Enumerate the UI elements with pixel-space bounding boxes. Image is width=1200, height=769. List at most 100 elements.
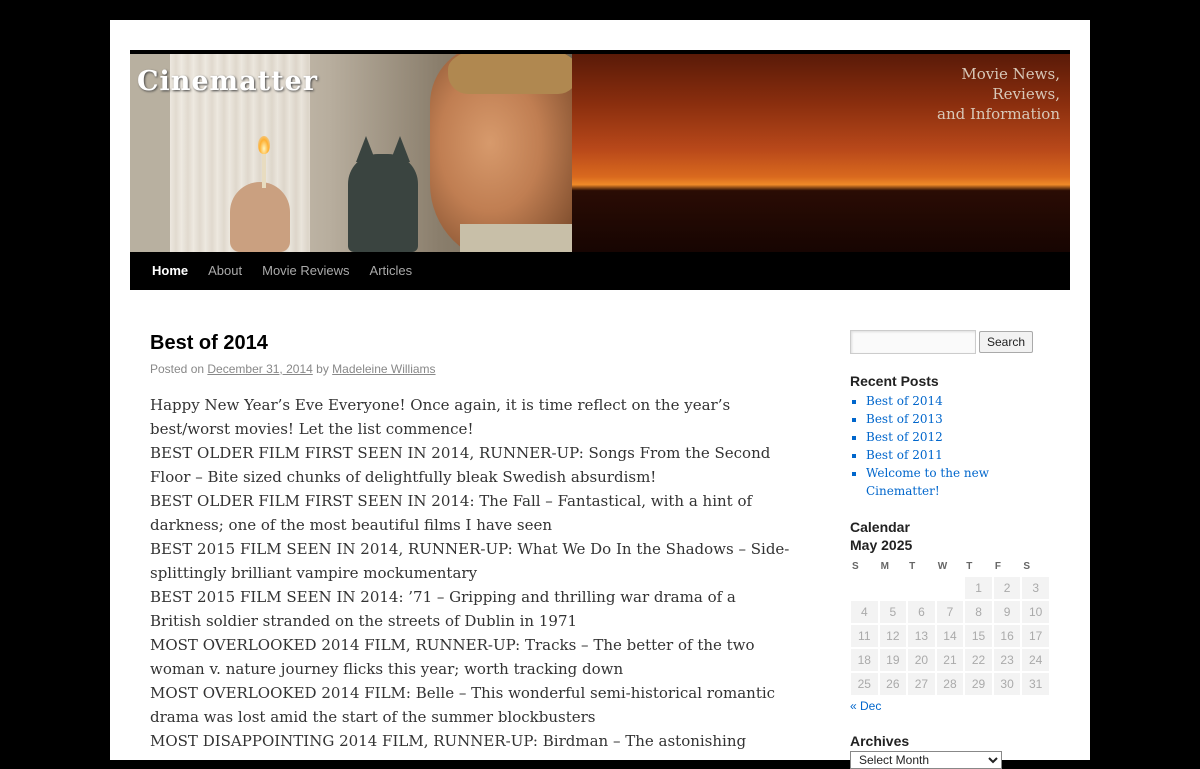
post-date-link[interactable]: December 31, 2014 <box>207 362 312 376</box>
weekday-header: T <box>909 560 916 572</box>
weekday-header: T <box>966 560 973 572</box>
tagline-line: Movie News, <box>961 65 1060 83</box>
calendar-day-cell: 15 <box>964 624 993 648</box>
match-flame <box>258 136 270 154</box>
calendar-day-cell: 10 <box>1021 600 1050 624</box>
nav-item-about[interactable]: About <box>198 252 252 290</box>
calendar-day-cell: 25 <box>850 672 879 696</box>
post-content: Best of 2014 Posted on December 31, 2014… <box>150 330 790 753</box>
archives-title: Archives <box>850 733 910 749</box>
calendar-week-row: 11 12 13 14 15 16 17 <box>850 624 1050 648</box>
list-item: Best of 2013 <box>866 410 1050 428</box>
weekday-header: M <box>880 560 889 572</box>
recent-posts-title: Recent Posts <box>850 373 939 389</box>
calendar-empty-cell <box>850 576 879 600</box>
calendar-week-row: 4 5 6 7 8 9 10 <box>850 600 1050 624</box>
nav-item-articles[interactable]: Articles <box>360 252 423 290</box>
sidebar: Search Recent Posts Best of 2014 Best of… <box>850 330 1050 769</box>
archives-select[interactable]: Select Month <box>850 751 1002 769</box>
site-title[interactable]: Cinematter <box>137 66 318 97</box>
calendar-body: 1 2 3 4 5 6 7 8 9 10 11 12 13 14 15 16 17 18 19 20 21 22 23 24 2… <box>850 576 1050 696</box>
calendar-day-cell: 9 <box>992 600 1022 624</box>
calendar-empty-cell <box>907 576 936 600</box>
recent-post-link[interactable]: Best of 2013 <box>866 412 943 426</box>
tagline-line: and Information <box>937 105 1060 123</box>
calendar-prev-link[interactable]: « Dec <box>850 699 1050 713</box>
calendar-day-cell: 27 <box>907 672 936 696</box>
calendar-day-cell: 12 <box>878 624 908 648</box>
list-item: Best of 2011 <box>866 446 1050 464</box>
meta-posted-on: Posted on <box>150 362 205 376</box>
weekday-header: S <box>1023 560 1031 572</box>
site-tagline: Movie News, Reviews, and Information <box>937 64 1060 124</box>
calendar-week-row: 25 26 27 28 29 30 31 <box>850 672 1050 696</box>
search-input[interactable] <box>850 330 976 354</box>
calendar-day-cell: 11 <box>850 624 879 648</box>
recent-post-link[interactable]: Best of 2014 <box>866 394 943 408</box>
page-wrapper: Cinematter Movie News, Reviews, and Info… <box>110 20 1090 769</box>
calendar-empty-cell <box>878 576 908 600</box>
calendar-day-cell: 26 <box>878 672 908 696</box>
calendar-day-cell: 1 <box>964 576 993 600</box>
search-button[interactable]: Search <box>979 331 1034 353</box>
post-paragraph: MOST OVERLOOKED 2014 FILM, RUNNER-UP: Tr… <box>150 636 755 678</box>
calendar-caption: May 2025 <box>850 537 913 553</box>
calendar-day-cell: 29 <box>964 672 993 696</box>
calendar-day-cell: 7 <box>935 600 965 624</box>
post-meta: Posted on December 31, 2014 by Madeleine… <box>150 362 790 376</box>
list-item: Welcome to the new Cinematter! <box>866 464 1050 500</box>
calendar-table: S M T W T F S 1 2 3 4 5 6 7 8 9 10 11 12 13 14 15 16 17 1… <box>850 558 1050 696</box>
calendar-empty-cell <box>935 576 965 600</box>
recent-posts-list: Best of 2014 Best of 2013 Best of 2012 B… <box>866 392 1050 500</box>
calendar-day-cell: 8 <box>964 600 993 624</box>
meta-by: by <box>316 362 329 376</box>
calendar-day-cell: 31 <box>1021 672 1050 696</box>
calendar-day-cell: 4 <box>850 600 879 624</box>
calendar-day-cell: 6 <box>907 600 936 624</box>
calendar-day-cell: 24 <box>1021 648 1050 672</box>
calendar-day-cell: 5 <box>878 600 908 624</box>
list-item: Best of 2012 <box>866 428 1050 446</box>
cat-statue <box>348 136 418 252</box>
tagline-line: Reviews, <box>992 85 1060 103</box>
calendar-day-cell: 22 <box>964 648 993 672</box>
calendar-day-cell: 16 <box>992 624 1022 648</box>
main-nav: Home About Movie Reviews Articles <box>130 252 1070 290</box>
calendar-day-cell: 20 <box>907 648 936 672</box>
post-author-link[interactable]: Madeleine Williams <box>332 362 435 376</box>
weekday-header: F <box>994 560 1001 572</box>
nav-item-home[interactable]: Home <box>142 252 198 290</box>
calendar-day-cell: 14 <box>935 624 965 648</box>
calendar-day-cell: 3 <box>1021 576 1050 600</box>
site-header: Cinematter Movie News, Reviews, and Info… <box>130 50 1070 290</box>
calendar-day-cell: 19 <box>878 648 908 672</box>
header-banner-image: Cinematter Movie News, Reviews, and Info… <box>130 54 1070 252</box>
calendar-day-cell: 2 <box>992 576 1022 600</box>
recent-post-link[interactable]: Welcome to the new Cinematter! <box>866 466 989 498</box>
calendar-day-cell: 28 <box>935 672 965 696</box>
calendar-title: Calendar <box>850 519 910 535</box>
list-item: Best of 2014 <box>866 392 1050 410</box>
post-title[interactable]: Best of 2014 <box>150 330 790 356</box>
recent-post-link[interactable]: Best of 2011 <box>866 448 943 462</box>
post-paragraph: Happy New Year’s Eve Everyone! Once agai… <box>150 396 731 438</box>
weekday-header: S <box>852 560 859 572</box>
post-paragraph: BEST OLDER FILM FIRST SEEN IN 2014: The … <box>150 492 753 534</box>
calendar-day-cell: 13 <box>907 624 936 648</box>
calendar-day-cell: 21 <box>935 648 965 672</box>
recent-post-link[interactable]: Best of 2012 <box>866 430 943 444</box>
post-paragraph: BEST OLDER FILM FIRST SEEN IN 2014, RUNN… <box>150 444 771 486</box>
calendar-day-cell: 17 <box>1021 624 1050 648</box>
post-paragraph: BEST 2015 FILM SEEN IN 2014, RUNNER-UP: … <box>150 540 790 582</box>
post-paragraph: MOST DISAPPOINTING 2014 FILM, RUNNER-UP:… <box>150 732 747 750</box>
nav-item-movie-reviews[interactable]: Movie Reviews <box>252 252 359 290</box>
calendar-day-cell: 23 <box>992 648 1022 672</box>
calendar-week-row: 18 19 20 21 22 23 24 <box>850 648 1050 672</box>
post-body: Happy New Year’s Eve Everyone! Once agai… <box>150 393 790 753</box>
post-paragraph: BEST 2015 FILM SEEN IN 2014: ’71 – Gripp… <box>150 588 736 630</box>
weekday-header: W <box>937 560 948 572</box>
calendar-day-cell: 18 <box>850 648 879 672</box>
hand-holding-match <box>230 182 290 252</box>
post-paragraph: MOST OVERLOOKED 2014 FILM: Belle – This … <box>150 684 776 726</box>
search-widget: Search <box>850 330 1050 354</box>
